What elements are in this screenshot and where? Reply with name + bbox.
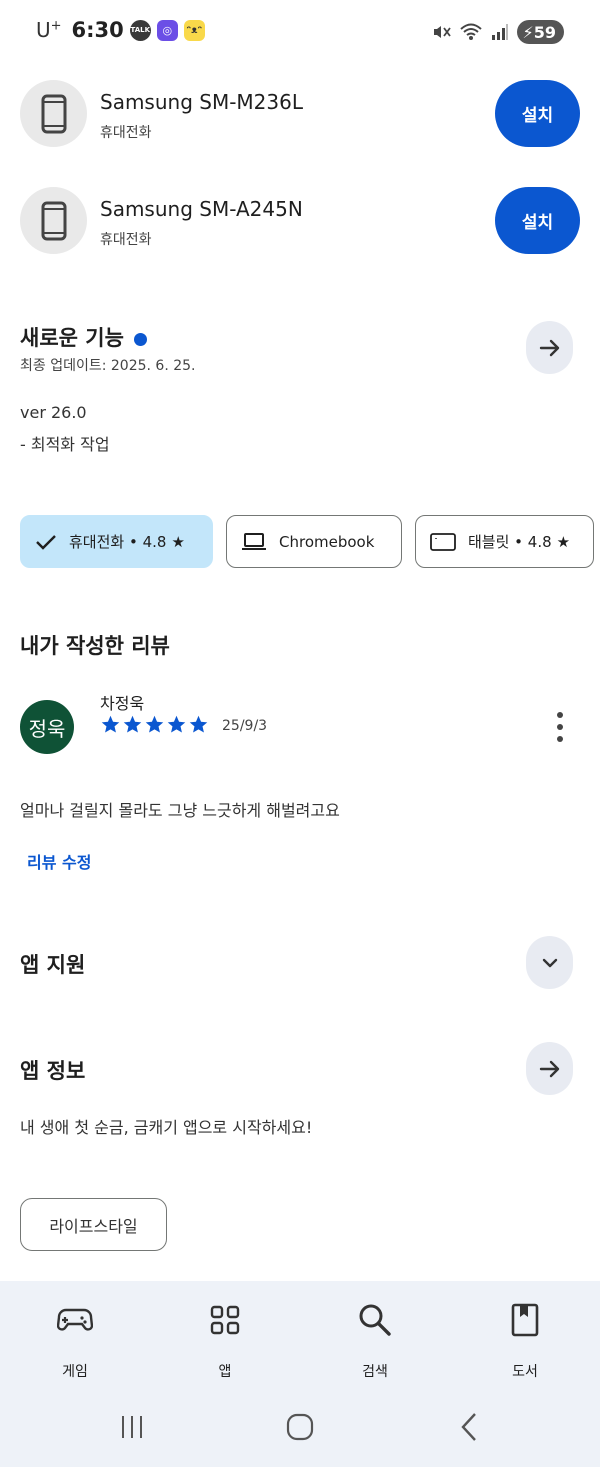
nav-apps[interactable]: 앱	[175, 1303, 275, 1381]
new-indicator-dot	[133, 332, 147, 346]
phone-icon	[20, 80, 87, 147]
arrow-right-icon	[539, 339, 559, 356]
app-support-title: 앱 지원	[20, 953, 86, 977]
device-row-2: Samsung SM-A245N 휴대전화 설치	[20, 187, 580, 255]
star-icon	[167, 715, 186, 733]
home-button[interactable]	[281, 1405, 319, 1449]
talk-icon: TALK	[129, 19, 151, 41]
chevron-down-icon	[542, 958, 557, 967]
laptop-icon	[241, 532, 267, 551]
category-button[interactable]: 라이프스타일	[20, 1198, 167, 1251]
review-text: 얼마나 걸릴지 몰라도 그냥 느긋하게 해벌려고요	[20, 801, 340, 820]
app-info-arrow-button[interactable]	[526, 1042, 573, 1095]
recent-apps-button[interactable]	[114, 1405, 150, 1449]
edit-review-link[interactable]: 리뷰 수정	[27, 849, 91, 873]
nav-games[interactable]: 게임	[25, 1303, 125, 1381]
nav-label: 검색	[362, 1364, 388, 1380]
nav-books[interactable]: 도서	[475, 1303, 575, 1381]
version-text: ver 26.0	[20, 403, 87, 422]
star-icon: ★	[556, 532, 571, 551]
star-icon	[145, 715, 164, 733]
wifi-icon	[459, 23, 482, 40]
clock: 6:30	[71, 18, 124, 42]
star-icon: ★	[171, 532, 185, 551]
device-row-1: Samsung SM-M236L 휴대전화 설치	[20, 80, 580, 148]
device-name: Samsung SM-M236L	[100, 90, 303, 114]
phone-icon	[20, 187, 87, 254]
apps-grid-icon	[210, 1303, 240, 1337]
whats-new-title: 새로운 기능	[20, 322, 147, 352]
install-button[interactable]: 설치	[495, 187, 580, 254]
mute-icon	[433, 26, 451, 38]
device-name: Samsung SM-A245N	[100, 197, 303, 221]
review-date: 25/9/3	[222, 718, 268, 734]
device-type: 휴대전화	[100, 125, 152, 141]
recent-apps-icon	[122, 1416, 142, 1438]
device-type: 휴대전화	[100, 232, 152, 248]
purple-app-icon: ◎	[156, 19, 178, 41]
nav-label: 게임	[62, 1364, 88, 1380]
arrow-right-icon	[539, 1060, 559, 1077]
rating-stars	[100, 714, 209, 735]
back-icon	[461, 1413, 476, 1441]
tablet-icon	[430, 532, 456, 551]
more-options-icon[interactable]	[548, 710, 572, 744]
nav-search[interactable]: 검색	[325, 1303, 425, 1381]
yellow-app-icon: ᵔᴥᵔ	[183, 19, 205, 41]
star-icon	[101, 715, 120, 733]
app-description: 내 생애 첫 순금, 금캐기 앱으로 시작하세요!	[20, 1118, 313, 1137]
status-bar: U+ 6:30 TALK ◎ ᵔᴥᵔ ⚡ 59	[0, 0, 600, 66]
whats-new-arrow-button[interactable]	[526, 321, 573, 374]
nav-label: 도서	[512, 1364, 538, 1380]
nav-label: 앱	[218, 1364, 232, 1380]
chip-chromebook[interactable]: Chromebook	[226, 515, 402, 568]
back-button[interactable]	[454, 1405, 484, 1449]
system-navigation	[0, 1405, 600, 1449]
install-button[interactable]: 설치	[495, 80, 580, 147]
home-icon	[286, 1413, 314, 1441]
star-icon	[189, 715, 208, 733]
release-note: - 최적화 작업	[20, 435, 110, 454]
gamepad-icon	[57, 1303, 93, 1337]
chip-phone[interactable]: 휴대전화 • 4.8 ★	[20, 515, 213, 568]
app-info-title: 앱 정보	[20, 1059, 86, 1083]
search-icon	[358, 1303, 392, 1337]
last-updated: 최종 업데이트: 2025. 6. 25.	[20, 358, 196, 374]
battery-indicator: ⚡ 59	[516, 20, 564, 44]
signal-icon	[491, 24, 508, 40]
avatar: 정욱	[20, 700, 74, 754]
check-icon	[35, 533, 57, 551]
my-review-title: 내가 작성한 리뷰	[20, 634, 170, 658]
app-support-expand-button[interactable]	[526, 936, 573, 989]
charging-icon: ⚡	[522, 22, 534, 42]
star-icon	[123, 715, 142, 733]
carrier-label: U+	[36, 18, 62, 42]
chip-tablet[interactable]: 태블릿 • 4.8 ★	[415, 515, 594, 568]
book-icon	[511, 1303, 539, 1337]
reviewer-name: 차정욱	[100, 694, 145, 713]
